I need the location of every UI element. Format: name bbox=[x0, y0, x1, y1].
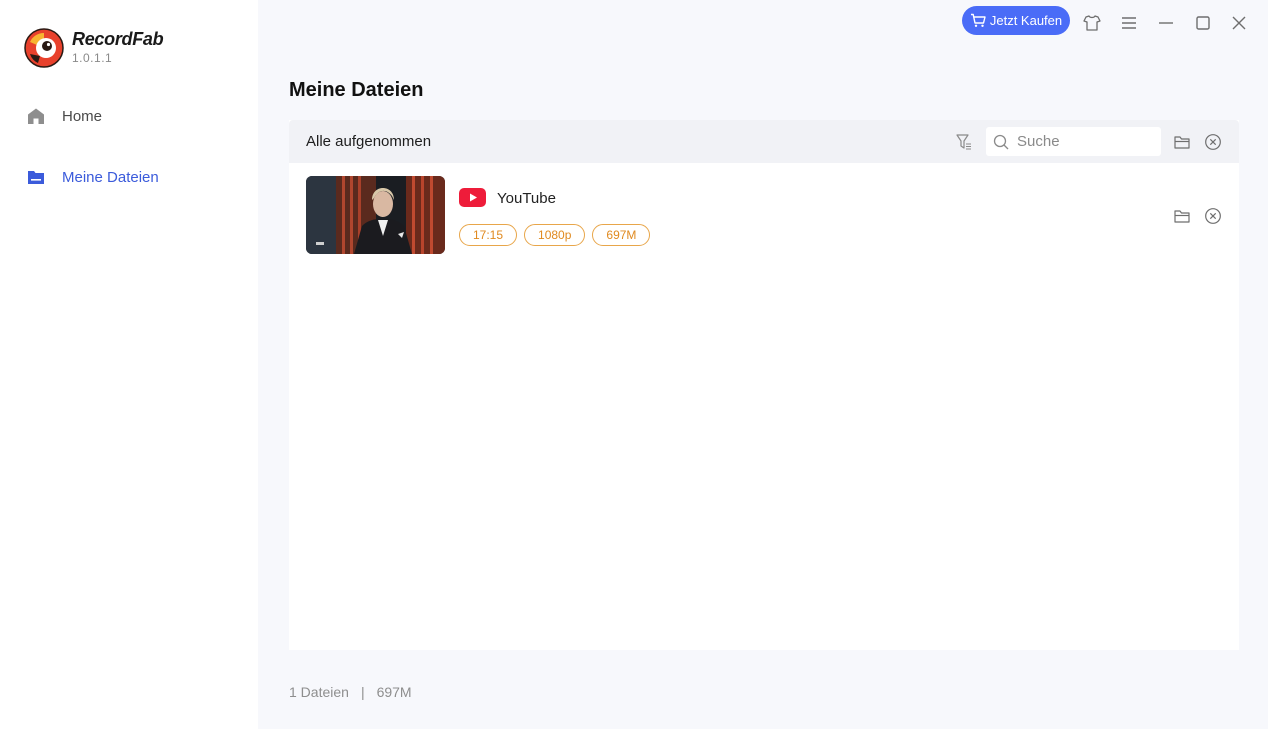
minimize-icon bbox=[1159, 22, 1173, 24]
resolution-badge: 1080p bbox=[524, 224, 586, 246]
buy-now-label: Jetzt Kaufen bbox=[989, 13, 1063, 28]
app-version: 1.0.1.1 bbox=[72, 51, 113, 65]
recordfab-logo bbox=[24, 28, 64, 68]
search-icon bbox=[993, 134, 1009, 149]
files-toolbar: Alle aufgenommen bbox=[289, 120, 1239, 163]
search-input[interactable] bbox=[1017, 133, 1147, 150]
file-tags: 17:15 1080p 697M bbox=[459, 224, 651, 246]
close-icon bbox=[1232, 16, 1246, 30]
filter-icon[interactable] bbox=[955, 133, 973, 151]
page-title: Meine Dateien bbox=[289, 79, 424, 101]
skin-button[interactable] bbox=[1082, 13, 1102, 33]
sidebar: RecordFab 1.0.1.1 Home Meine Dateien bbox=[0, 0, 258, 729]
size-badge: 697M bbox=[592, 224, 651, 246]
sidebar-item-label: Home bbox=[62, 107, 103, 125]
status-bar: 1 Dateien | 697M bbox=[289, 684, 412, 700]
file-row[interactable]: YouTube 17:15 1080p 697M bbox=[289, 163, 1239, 263]
clear-all-icon[interactable] bbox=[1204, 133, 1222, 151]
delete-file-icon[interactable] bbox=[1204, 207, 1222, 225]
sidebar-item-meine-dateien[interactable]: Meine Dateien bbox=[0, 157, 258, 197]
total-size: 697M bbox=[376, 684, 412, 700]
search-box bbox=[986, 127, 1161, 156]
minimize-button[interactable] bbox=[1156, 13, 1176, 33]
home-icon bbox=[28, 108, 44, 124]
cart-icon bbox=[970, 13, 986, 27]
sidebar-item-home[interactable]: Home bbox=[0, 96, 258, 136]
maximize-icon bbox=[1196, 16, 1210, 30]
menu-icon bbox=[1122, 17, 1136, 29]
duration-badge: 17:15 bbox=[459, 224, 518, 246]
open-folder-icon[interactable] bbox=[1173, 133, 1191, 151]
filter-label: Alle aufgenommen bbox=[306, 133, 432, 150]
video-thumbnail[interactable] bbox=[306, 176, 445, 254]
youtube-icon bbox=[459, 188, 486, 207]
maximize-button[interactable] bbox=[1193, 13, 1213, 33]
app-name: RecordFab bbox=[72, 29, 164, 49]
close-window-button[interactable] bbox=[1229, 13, 1249, 33]
folder-icon bbox=[28, 171, 44, 184]
source-label: YouTube bbox=[497, 190, 556, 207]
open-folder-icon[interactable] bbox=[1173, 207, 1191, 225]
files-panel: Alle aufgenommen Suche YouTube 17:15 108… bbox=[289, 120, 1239, 650]
file-count: 1 Dateien bbox=[289, 684, 349, 700]
status-separator: | bbox=[360, 684, 365, 700]
shirt-icon bbox=[1083, 15, 1101, 31]
sidebar-item-label: Meine Dateien bbox=[62, 168, 159, 186]
buy-now-button[interactable]: Jetzt Kaufen bbox=[962, 6, 1070, 35]
menu-button[interactable] bbox=[1119, 13, 1139, 33]
